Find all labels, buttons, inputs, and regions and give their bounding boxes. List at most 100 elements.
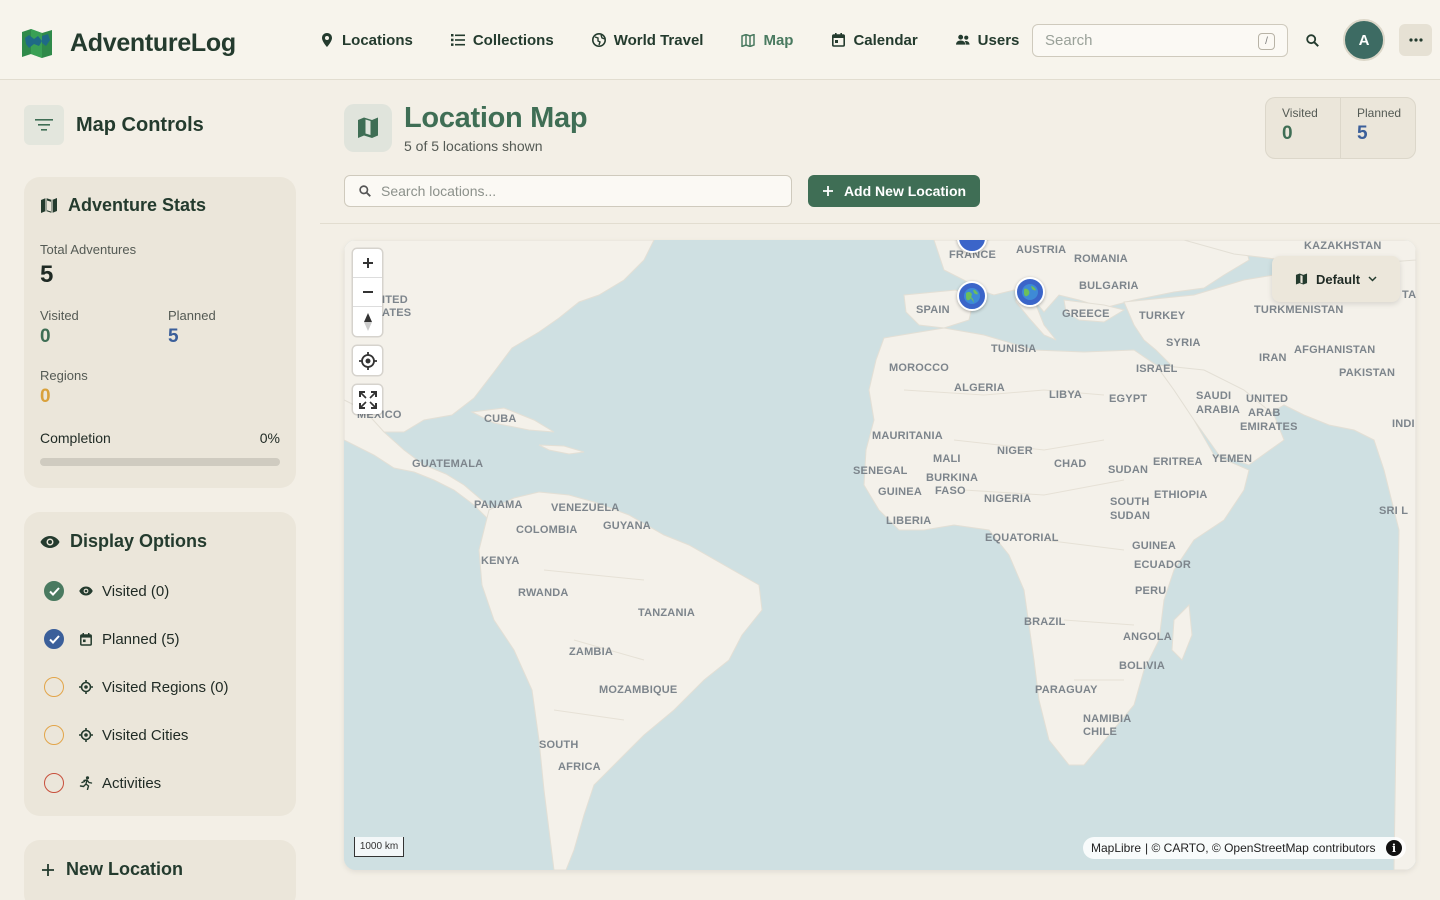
attribution-contributors: contributors [1312, 841, 1376, 855]
option-visited[interactable]: Visited (0) [44, 581, 169, 601]
option-planned-label: Planned (5) [102, 630, 180, 648]
map-country-label: CHILE [1083, 726, 1117, 738]
add-new-location-button[interactable]: Add New Location [808, 175, 980, 207]
search-button[interactable] [1302, 30, 1322, 50]
map-country-label: GUATEMALA [412, 458, 484, 470]
nav-collections[interactable]: Collections [450, 28, 554, 52]
map-country-label: ARABIA [1196, 404, 1240, 416]
map-country-label: ZAMBIA [569, 646, 613, 658]
user-avatar[interactable]: A [1343, 19, 1385, 61]
map-country-label: GUYANA [603, 520, 651, 532]
map-country-label: SOUTH [539, 739, 579, 751]
geolocate-control [353, 346, 382, 375]
add-new-location-label: Add New Location [843, 183, 967, 199]
running-person-icon [78, 775, 94, 791]
visited-regions-checkbox[interactable] [44, 677, 64, 697]
map-country-label: NIGERIA [984, 493, 1032, 505]
map-country-label: BULGARIA [1079, 280, 1139, 292]
map-country-label: ATES [382, 307, 412, 319]
eye-icon [78, 583, 94, 599]
map-country-label: PANAMA [474, 499, 523, 511]
completion-label: Completion [40, 430, 111, 446]
world-map[interactable]: KAZAKHSTAN AUSTRIA FRANCE ROMANIA BULGARIA SP… [344, 240, 1416, 870]
map-country-label: TUNISIA [991, 343, 1037, 355]
new-location-title: New Location [40, 859, 183, 880]
nav-world-travel[interactable]: World Travel [591, 28, 704, 52]
map-country-label: MOZAMBIQUE [599, 684, 678, 696]
map-country-label: MALI [933, 453, 961, 465]
globe-icon [591, 33, 606, 47]
crosshair-icon [78, 727, 94, 743]
attribution-maplibre-link[interactable]: MapLibre [1091, 841, 1141, 855]
zoom-out-button[interactable] [353, 278, 382, 307]
location-marker[interactable] [1015, 277, 1045, 307]
map-country-label: EQUATORIAL [985, 532, 1059, 544]
activities-checkbox[interactable] [44, 773, 64, 793]
sidebar-title: Map Controls [76, 113, 204, 136]
completion-value: 0% [259, 430, 280, 446]
map-style-dropdown[interactable]: Default [1272, 256, 1400, 302]
nav-calendar[interactable]: Calendar [831, 28, 918, 52]
stat-visited-value: 0 [1282, 123, 1293, 144]
brand[interactable]: AdventureLog [20, 26, 236, 60]
users-icon [955, 33, 970, 47]
filter-toggle-button[interactable] [24, 105, 64, 145]
option-visited-regions[interactable]: Visited Regions (0) [44, 677, 228, 697]
nav-users[interactable]: Users [955, 28, 1019, 52]
search-icon [1305, 33, 1319, 47]
option-activities[interactable]: Activities [44, 773, 161, 793]
info-icon[interactable]: i [1386, 840, 1402, 856]
map-country-label: FASO [935, 485, 966, 497]
option-visited-cities[interactable]: Visited Cities [44, 725, 188, 745]
map-country-label: TAJ [1402, 289, 1416, 301]
planned-checkbox[interactable] [44, 629, 64, 649]
map-country-label: MAURITANIA [872, 430, 943, 442]
location-search-placeholder: Search locations... [381, 183, 497, 199]
map-country-label: EMIRATES [1240, 421, 1298, 433]
attribution-sources[interactable]: | © CARTO, © OpenStreetMap [1145, 841, 1309, 855]
reset-bearing-button[interactable] [353, 307, 382, 336]
map-country-label: SENEGAL [853, 465, 908, 477]
map-country-label: AFGHANISTAN [1294, 344, 1376, 356]
map-country-label: ETHIOPIA [1154, 489, 1208, 501]
map-country-label: YEMEN [1212, 453, 1253, 465]
map-country-label: KAZAKHSTAN [1304, 240, 1382, 252]
global-search-input[interactable]: Search / [1032, 24, 1288, 57]
map-country-label: NAMIBIA [1083, 713, 1132, 725]
map-country-label: TURKMENISTAN [1254, 304, 1344, 316]
location-marker[interactable] [957, 281, 987, 311]
visited-cities-checkbox[interactable] [44, 725, 64, 745]
chevron-down-icon [1368, 276, 1377, 282]
adventure-stats-title: Adventure Stats [40, 195, 206, 216]
nav-world-travel-label: World Travel [613, 31, 704, 49]
locations-shown-count: 5 of 5 locations shown [404, 138, 543, 154]
visited-label: Visited [40, 308, 79, 323]
planned-label: Planned [168, 308, 216, 323]
map-controls-sidebar: Map Controls Adventure Stats Total Adven… [0, 81, 320, 900]
map-country-label: GREECE [1062, 308, 1110, 320]
crosshair-icon [78, 679, 94, 695]
zoom-in-button[interactable] [353, 249, 382, 278]
map-country-label: COLOMBIA [516, 524, 578, 536]
new-location-card[interactable]: New Location [24, 840, 296, 900]
nav-map-label: Map [763, 31, 794, 49]
nav-locations[interactable]: Locations [320, 28, 413, 52]
regions-label: Regions [40, 368, 88, 383]
completion-progress-bar [40, 458, 280, 466]
new-location-label: New Location [66, 859, 184, 879]
top-navbar: AdventureLog Locations Collections World… [0, 0, 1440, 80]
visited-checkbox[interactable] [44, 581, 64, 601]
more-menu-button[interactable] [1399, 24, 1432, 56]
nav-map[interactable]: Map [741, 28, 793, 52]
geolocate-button[interactable] [353, 346, 382, 375]
fullscreen-button[interactable] [353, 385, 382, 414]
map-page-header: Location Map 5 of 5 locations shown Visi… [320, 81, 1440, 224]
total-adventures-label: Total Adventures [40, 242, 137, 257]
map-attribution: MapLibre | © CARTO, © OpenStreetMap cont… [1083, 837, 1406, 859]
option-planned[interactable]: Planned (5) [44, 629, 180, 649]
location-search-input[interactable]: Search locations... [344, 175, 792, 207]
map-country-label: CUBA [484, 413, 517, 425]
map-country-label: PARAGUAY [1035, 684, 1098, 696]
visit-stats-box: Visited 0 Planned 5 [1265, 97, 1416, 159]
page-title: Location Map [404, 102, 588, 134]
